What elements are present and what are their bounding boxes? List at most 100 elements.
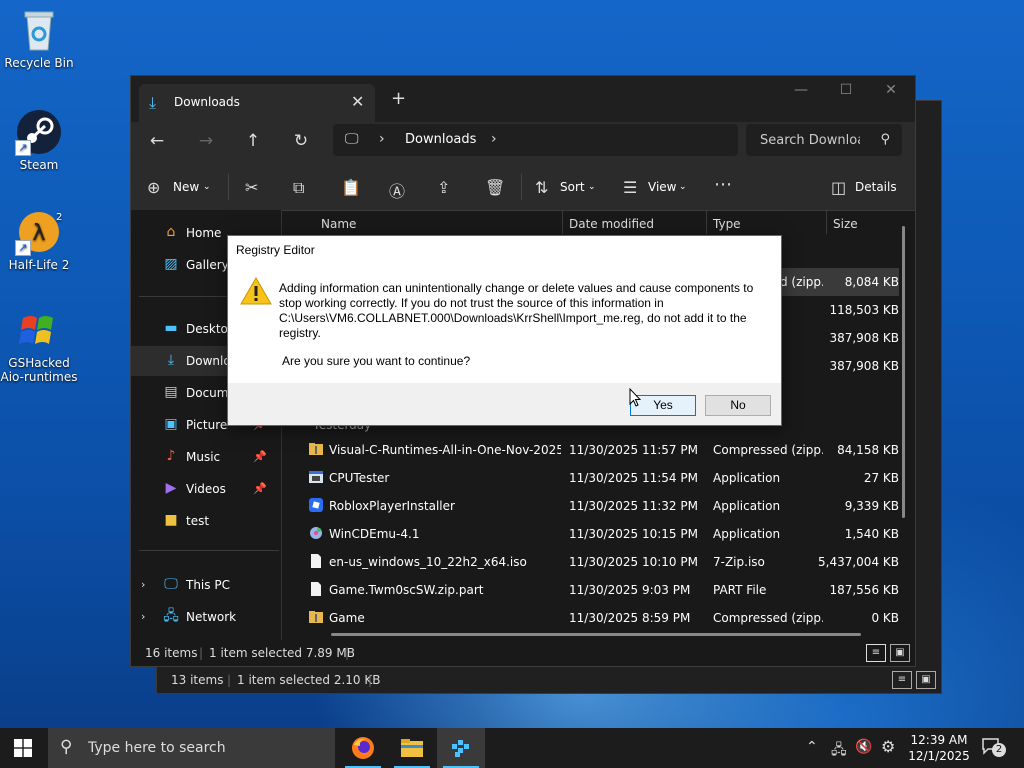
notification-center-icon[interactable]: 2	[982, 738, 1006, 757]
file-name: WinCDEmu-4.1	[329, 527, 420, 541]
message-line: stop working correctly. If you do not tr…	[279, 296, 664, 310]
chevron-down-icon[interactable]: ⌄	[203, 182, 211, 192]
details-pane-icon[interactable]: ◫	[831, 178, 846, 197]
tab-downloads[interactable]: ⤓ Downloads ✕	[139, 84, 375, 122]
up-arrow-icon[interactable]: ↑	[241, 131, 265, 151]
refresh-icon[interactable]: ↻	[289, 131, 313, 151]
chevron-right-icon[interactable]: ›	[141, 578, 145, 591]
column-divider[interactable]	[562, 210, 563, 234]
sidebar-item-music[interactable]: ♪ Music 📌	[131, 442, 281, 472]
chevron-up-icon[interactable]: ⌃	[806, 739, 818, 755]
table-row[interactable]: Game 11/30/2025 8:59 PM Compressed (zipp…	[299, 604, 899, 632]
sort-button[interactable]: Sort	[560, 180, 585, 194]
desktop-icon-label: GSHacked Aio-runtimes	[0, 356, 78, 384]
new-button[interactable]: New	[173, 180, 199, 194]
desktop-icon-gshacked[interactable]: GSHacked Aio-runtimes	[0, 306, 81, 384]
cut-icon[interactable]: ✂	[245, 178, 258, 197]
chevron-right-icon[interactable]: ›	[379, 131, 385, 147]
no-button[interactable]: No	[705, 395, 771, 416]
file-date: 11/30/2025 9:03 PM	[569, 583, 691, 597]
column-header-name[interactable]: Name	[321, 217, 356, 231]
column-divider[interactable]	[706, 210, 707, 234]
details-view-icon[interactable]: ≡	[866, 644, 886, 662]
paste-icon[interactable]: 📋	[341, 178, 361, 197]
file-icon	[311, 554, 321, 568]
desktop-icon-recycle-bin[interactable]: Recycle Bin	[0, 6, 81, 70]
disc-icon	[310, 527, 322, 539]
address-bar[interactable]: 🖵 › Downloads ›	[333, 124, 738, 156]
status-separator: |	[368, 673, 373, 687]
minimize-icon[interactable]: —	[786, 82, 816, 98]
computer-icon: 🖵	[164, 576, 178, 592]
taskbar-app-firefox[interactable]	[339, 728, 387, 768]
column-header-type[interactable]: Type	[713, 217, 741, 231]
share-icon[interactable]: ⇪	[437, 178, 450, 197]
close-window-icon[interactable]: ✕	[876, 82, 906, 98]
back-arrow-icon[interactable]: ←	[145, 131, 169, 151]
chevron-down-icon[interactable]: ⌄	[588, 182, 596, 192]
steam-icon: ↗	[15, 108, 63, 156]
search-box[interactable]: Search Downloads ⚲	[746, 124, 902, 156]
breadcrumb-downloads[interactable]: Downloads	[405, 132, 476, 147]
details-view-icon[interactable]: ≡	[892, 671, 912, 689]
add-circle-icon[interactable]: ⊕	[147, 178, 160, 197]
search-placeholder: Search Downloads	[760, 133, 860, 148]
more-options-icon[interactable]: ⋯	[714, 174, 732, 195]
file-size: 5,437,004 KB	[818, 555, 899, 569]
file-date: 11/30/2025 10:10 PM	[569, 555, 698, 569]
vertical-scrollbar[interactable]	[902, 226, 905, 518]
taskbar-app-file-explorer[interactable]	[388, 728, 436, 768]
close-tab-icon[interactable]: ✕	[351, 92, 364, 111]
rename-icon[interactable]: Ⓐ	[389, 178, 405, 202]
document-icon: ▤	[164, 384, 178, 400]
chevron-right-icon[interactable]: ›	[141, 610, 145, 623]
new-tab-icon[interactable]: +	[391, 88, 406, 109]
windows-start-icon[interactable]	[14, 739, 32, 757]
file-name: CPUTester	[329, 471, 390, 485]
chevron-down-icon[interactable]: ⌄	[679, 182, 687, 192]
download-icon: ⤓	[149, 93, 157, 112]
table-row[interactable]: WinCDEmu-4.1 11/30/2025 10:15 PM Applica…	[299, 520, 899, 548]
registry-editor-icon	[452, 740, 469, 757]
file-name: Game	[329, 611, 365, 625]
tiles-view-icon[interactable]: ▣	[916, 671, 936, 689]
view-list-icon[interactable]: ☰	[623, 178, 637, 197]
forward-arrow-icon[interactable]: →	[194, 131, 218, 151]
network-icon[interactable]: 🖧	[831, 739, 847, 763]
delete-icon[interactable]: 🗑	[485, 178, 505, 197]
registry-editor-dialog[interactable]: Registry Editor Adding information can u…	[227, 235, 782, 426]
desktop-icon-steam[interactable]: ↗ Steam	[0, 108, 81, 172]
view-button[interactable]: View	[648, 180, 676, 194]
gear-icon[interactable]: ⚙	[881, 737, 895, 756]
tab-title: Downloads	[174, 95, 240, 109]
speaker-muted-icon[interactable]: 🔇	[855, 739, 872, 755]
tiles-view-icon[interactable]: ▣	[890, 644, 910, 662]
table-row[interactable]: CPUTester 11/30/2025 11:54 PM Applicatio…	[299, 464, 899, 492]
horizontal-scrollbar[interactable]	[331, 633, 861, 636]
taskbar-search-box[interactable]: ⚲ Type here to search	[48, 728, 335, 768]
desktop-icon-half-life-2[interactable]: λ 2 ↗ Half-Life 2	[0, 208, 81, 272]
sidebar-item-test[interactable]: ■ test	[131, 506, 281, 536]
svg-text:2: 2	[56, 212, 62, 223]
selection-info: 1 item selected 7.89 MB	[209, 646, 355, 660]
details-button[interactable]: Details	[855, 180, 897, 194]
table-row[interactable]: Visual-C-Runtimes-All-in-One-Nov-2025 11…	[299, 436, 899, 464]
table-row[interactable]: RobloxPlayerInstaller 11/30/2025 11:32 P…	[299, 492, 899, 520]
column-header-size[interactable]: Size	[833, 217, 858, 231]
half-life-icon: λ 2 ↗	[15, 208, 63, 256]
copy-icon[interactable]: ⧉	[293, 178, 304, 198]
sidebar-item-network[interactable]: › 🖧 Network	[131, 602, 281, 632]
table-row[interactable]: Game.Twm0scSW.zip.part 11/30/2025 9:03 P…	[299, 576, 899, 604]
table-row[interactable]: en-us_windows_10_22h2_x64.iso 11/30/2025…	[299, 548, 899, 576]
taskbar-app-registry-editor[interactable]	[437, 728, 485, 768]
column-header-date[interactable]: Date modified	[569, 217, 654, 231]
sidebar-item-this-pc[interactable]: › 🖵 This PC	[131, 570, 281, 600]
system-clock[interactable]: 12:39 AM 12/1/2025	[904, 732, 974, 764]
maximize-icon[interactable]: ☐	[831, 82, 861, 98]
chevron-right-icon[interactable]: ›	[491, 131, 497, 147]
pin-icon[interactable]: 📌	[253, 482, 267, 495]
sort-icon[interactable]: ⇅	[535, 178, 548, 197]
pin-icon[interactable]: 📌	[253, 450, 267, 463]
column-divider[interactable]	[826, 210, 827, 234]
sidebar-item-videos[interactable]: ▶ Videos 📌	[131, 474, 281, 504]
